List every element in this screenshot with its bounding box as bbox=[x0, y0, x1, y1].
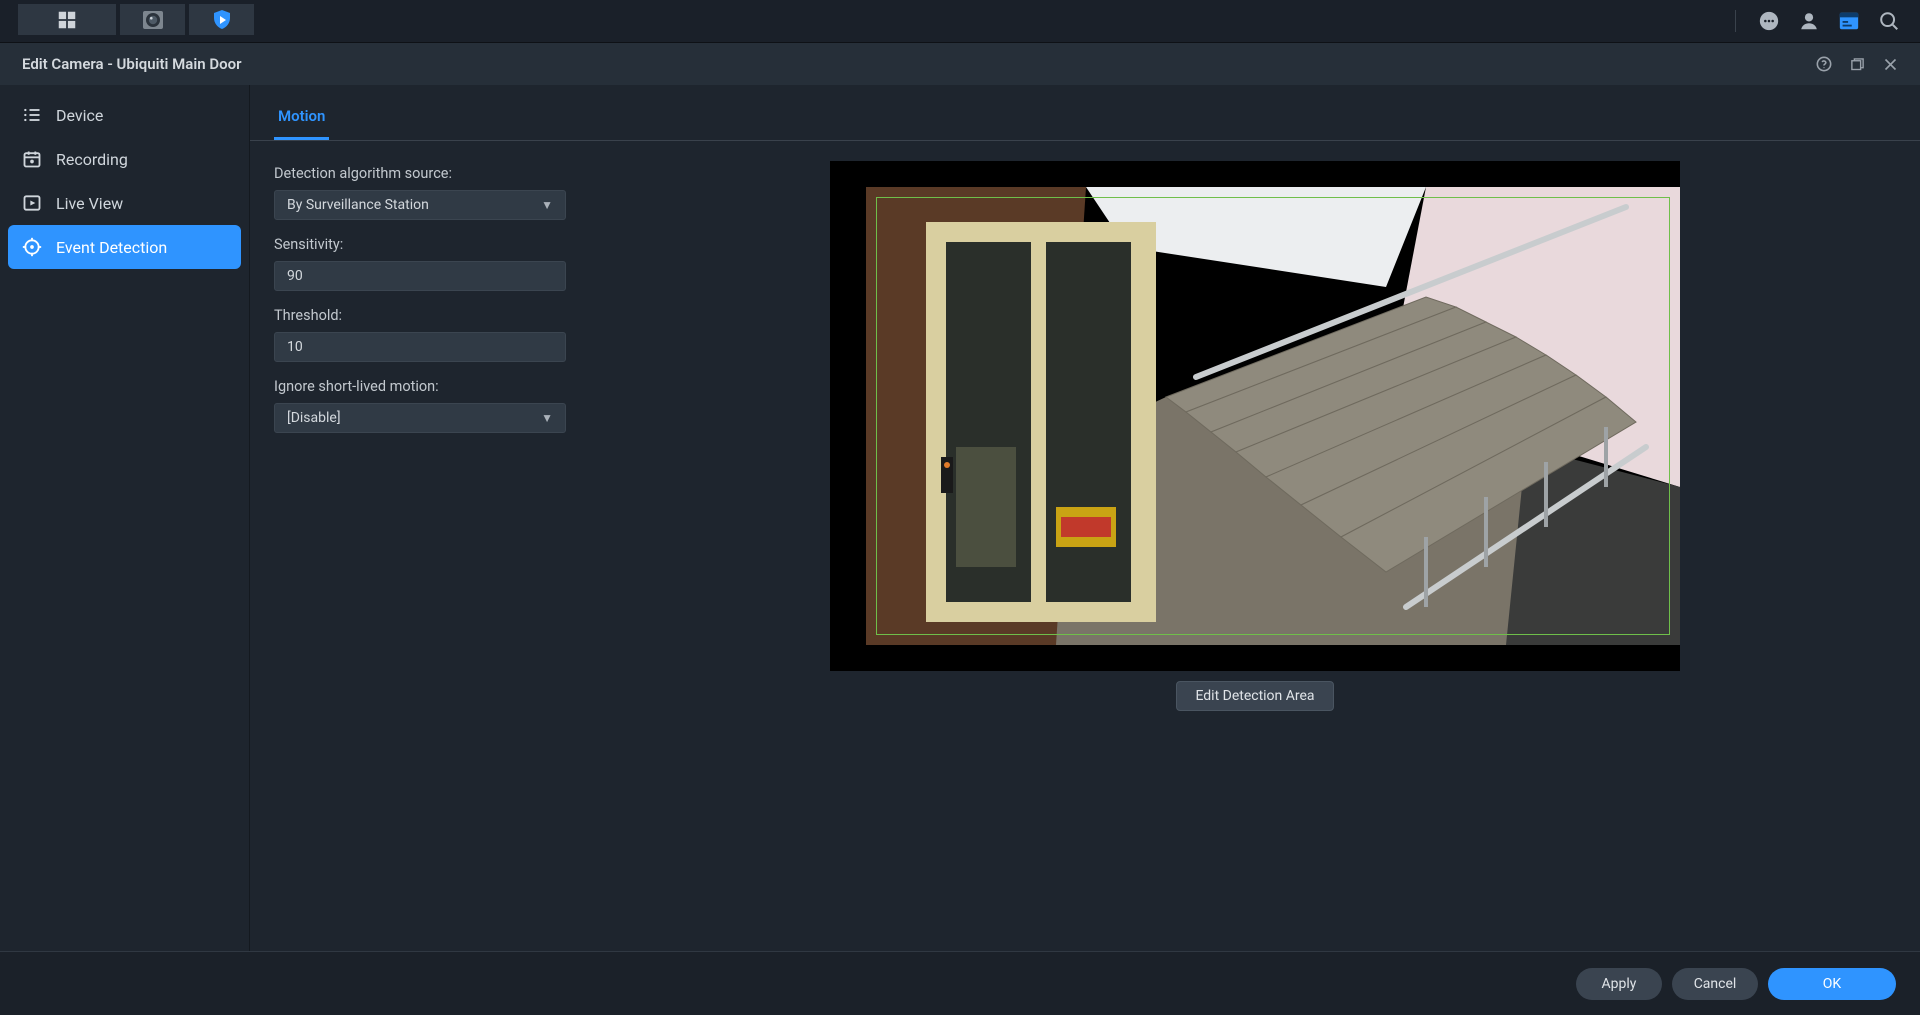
target-icon bbox=[22, 237, 42, 257]
label-detection-source: Detection algorithm source: bbox=[274, 165, 574, 182]
sidebar-item-live-view[interactable]: Live View bbox=[8, 181, 241, 225]
tab-bar: Motion bbox=[250, 85, 1920, 141]
camera-lens-icon bbox=[141, 8, 165, 32]
camera-preview bbox=[830, 161, 1680, 671]
sidebar-item-event-detection[interactable]: Event Detection bbox=[8, 225, 241, 269]
select-ignore-short[interactable]: [Disable] ▼ bbox=[274, 403, 566, 433]
window-titlebar: Edit Camera - Ubiquiti Main Door bbox=[0, 43, 1920, 85]
sidebar-item-label: Event Detection bbox=[56, 238, 167, 257]
chevron-down-icon: ▼ bbox=[541, 411, 553, 425]
dashboard-icon[interactable] bbox=[1836, 8, 1862, 34]
taskbar-camera-app[interactable] bbox=[120, 4, 185, 35]
cancel-button[interactable]: Cancel bbox=[1672, 968, 1758, 1000]
settings-column: Detection algorithm source: By Surveilla… bbox=[274, 161, 574, 939]
input-sensitivity[interactable] bbox=[287, 268, 553, 284]
sidebar-item-device[interactable]: Device bbox=[8, 93, 241, 137]
taskbar-player-app[interactable] bbox=[189, 4, 254, 35]
taskbar-separator bbox=[1735, 10, 1736, 32]
select-detection-source[interactable]: By Surveillance Station ▼ bbox=[274, 190, 566, 220]
window-body: Device Recording Live View Event Detecti… bbox=[0, 85, 1920, 1015]
select-value: [Disable] bbox=[287, 410, 341, 426]
messages-icon[interactable] bbox=[1756, 8, 1782, 34]
window-title: Edit Camera - Ubiquiti Main Door bbox=[22, 55, 241, 73]
label-threshold: Threshold: bbox=[274, 307, 574, 324]
calendar-icon bbox=[22, 149, 42, 169]
select-value: By Surveillance Station bbox=[287, 197, 429, 213]
close-icon[interactable] bbox=[1883, 57, 1898, 72]
search-icon[interactable] bbox=[1876, 8, 1902, 34]
maximize-icon[interactable] bbox=[1850, 57, 1865, 72]
camera-preview-frame bbox=[866, 187, 1680, 645]
main-panel: Motion Detection algorithm source: By Su… bbox=[250, 85, 1920, 951]
input-threshold[interactable] bbox=[287, 339, 553, 355]
system-taskbar bbox=[0, 0, 1920, 43]
ok-button[interactable]: OK bbox=[1768, 968, 1896, 1000]
taskbar-left bbox=[0, 0, 256, 42]
preview-column: Edit Detection Area bbox=[614, 161, 1896, 939]
taskbar-right bbox=[1729, 0, 1920, 42]
play-box-icon bbox=[22, 193, 42, 213]
edit-detection-area-button[interactable]: Edit Detection Area bbox=[1176, 681, 1333, 711]
dialog-footer: Apply Cancel OK bbox=[0, 951, 1920, 1015]
chevron-down-icon: ▼ bbox=[541, 198, 553, 212]
shield-play-icon bbox=[210, 8, 234, 32]
camera-scene-icon bbox=[866, 187, 1680, 645]
list-icon bbox=[22, 105, 42, 125]
sidebar-item-recording[interactable]: Recording bbox=[8, 137, 241, 181]
apps-grid-icon bbox=[56, 9, 78, 31]
help-icon[interactable] bbox=[1816, 56, 1832, 72]
label-sensitivity: Sensitivity: bbox=[274, 236, 574, 253]
form-area: Detection algorithm source: By Surveilla… bbox=[250, 141, 1920, 951]
edit-area-row: Edit Detection Area bbox=[1176, 681, 1333, 711]
user-icon[interactable] bbox=[1796, 8, 1822, 34]
content-row: Device Recording Live View Event Detecti… bbox=[0, 85, 1920, 951]
sidebar-item-label: Recording bbox=[56, 150, 128, 169]
sidebar-item-label: Device bbox=[56, 106, 103, 125]
apply-button[interactable]: Apply bbox=[1576, 968, 1662, 1000]
window-actions bbox=[1816, 56, 1898, 72]
taskbar-apps-button[interactable] bbox=[18, 4, 116, 35]
sidebar: Device Recording Live View Event Detecti… bbox=[0, 85, 250, 951]
input-sensitivity-wrapper bbox=[274, 261, 566, 291]
tab-motion[interactable]: Motion bbox=[274, 99, 329, 140]
label-ignore-short: Ignore short-lived motion: bbox=[274, 378, 574, 395]
sidebar-item-label: Live View bbox=[56, 194, 123, 213]
input-threshold-wrapper bbox=[274, 332, 566, 362]
